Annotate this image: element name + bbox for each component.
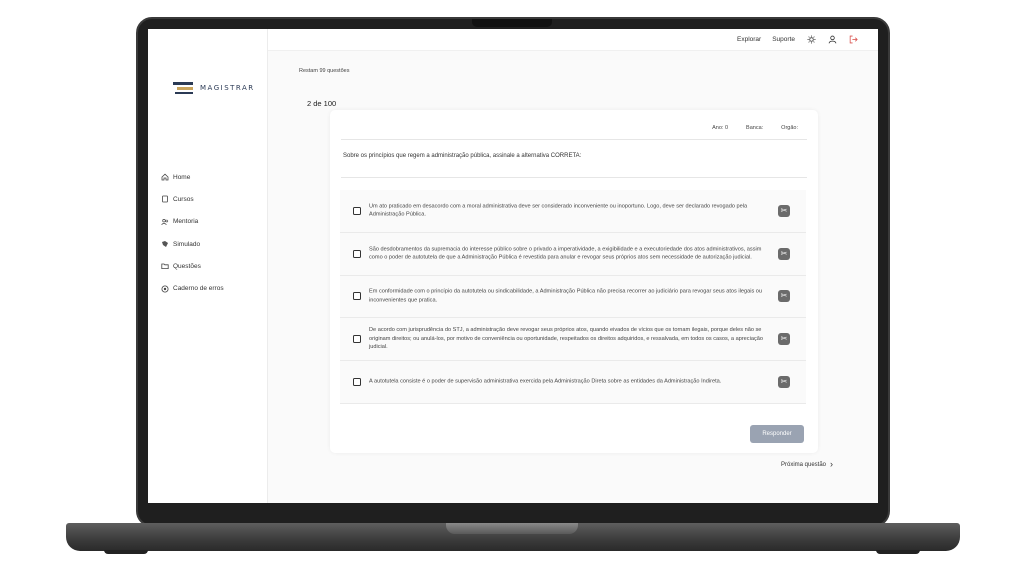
meta-ano: Ano: 0 [712,125,729,131]
sidebar-item-cursos[interactable]: Cursos [161,188,224,210]
laptop-base-notch [446,523,578,534]
scissors-icon[interactable]: ✂ [778,204,790,217]
sidebar-item-mentoria[interactable]: Mentoria [161,211,224,233]
sidebar: MAGISTRAR Home Cursos Mentoria Simulado … [148,29,268,503]
home-icon [161,173,169,181]
sidebar-item-label: Home [173,173,191,181]
scissors-icon[interactable]: ✂ [778,290,790,303]
sidebar-item-label: Questões [173,262,201,270]
header-divider [341,139,807,140]
sidebar-item-label: Simulado [173,240,201,248]
suporte-link[interactable]: Suporte [772,36,795,43]
scissors-icon[interactable]: ✂ [778,333,790,346]
option-text: A autotutela consiste é o poder de super… [369,378,722,385]
app-screen: MAGISTRAR Home Cursos Mentoria Simulado … [148,29,878,503]
question-statement: Sobre os princípios que regem a administ… [343,153,582,159]
question-counter: 2 de 100 [307,99,337,108]
next-question-link[interactable]: Próxima questão › [781,460,833,469]
sidebar-nav: Home Cursos Mentoria Simulado Questões C… [161,166,224,300]
chevron-right-icon: › [830,459,834,469]
laptop-foot-right [876,550,920,554]
question-meta: Ano: 0 Banca: Orgão: [712,125,798,131]
answer-option[interactable]: A autotutela consiste é o poder de super… [340,361,806,404]
laptop-foot-left [104,550,148,554]
option-text: Em conformidade com o princípio da autot… [369,288,763,304]
answer-option[interactable]: Em conformidade com o princípio da autot… [340,275,806,319]
answer-options: Um ato praticado em desacordo com a mora… [340,190,806,404]
scissors-icon[interactable]: ✂ [778,376,790,389]
option-text: De acordo com jurisprudência do STJ, a a… [369,327,763,351]
meta-orgao: Orgão: [781,125,798,131]
option-checkbox[interactable] [353,378,361,387]
question-header: Ano: 0 Banca: Orgão: [344,124,804,134]
sidebar-item-questoes[interactable]: Questões [161,255,224,277]
camera-notch [472,19,552,27]
option-text: São desdobramentos da supremacia do inte… [369,246,762,261]
sidebar-item-label: Mentoria [173,218,199,226]
top-bar-links: Explorar Suporte [737,34,858,44]
sidebar-item-home[interactable]: Home [161,166,224,188]
main-content: Restam 99 questões 2 de 100 Ano: 0 Banca… [268,51,878,503]
error-circle-icon [161,285,169,293]
sidebar-item-caderno-de-erros[interactable]: Caderno de erros [161,277,224,299]
user-icon[interactable] [827,34,837,44]
logo-text: MAGISTRAR [200,84,255,92]
scissors-icon[interactable]: ✂ [778,247,790,260]
bookmark-icon [161,240,169,248]
sidebar-item-simulado[interactable]: Simulado [161,233,224,255]
explorar-link[interactable]: Explorar [737,36,761,43]
people-icon [161,218,169,226]
option-text: Um ato praticado em desacordo com a mora… [369,203,748,218]
remaining-questions: Restam 99 questões [299,68,350,74]
logo-mark-icon [173,80,195,96]
meta-banca: Banca: [746,125,764,131]
sidebar-item-label: Cursos [173,195,194,203]
answer-button[interactable]: Responder [750,425,804,443]
logout-icon[interactable] [848,34,858,44]
next-question-label: Próxima questão [781,461,827,468]
answer-option[interactable]: São desdobramentos da supremacia do inte… [340,232,806,276]
option-checkbox[interactable] [353,292,361,301]
statement-divider [341,177,807,178]
option-checkbox[interactable] [353,249,361,258]
book-icon [161,195,169,203]
sidebar-item-label: Caderno de erros [173,285,224,293]
folder-icon [161,262,169,270]
answer-option[interactable]: Um ato praticado em desacordo com a mora… [340,190,806,233]
option-checkbox[interactable] [353,206,361,215]
top-bar: Explorar Suporte [268,29,878,51]
sun-icon[interactable] [806,34,816,44]
brand-logo[interactable]: MAGISTRAR [173,80,255,96]
question-card: Ano: 0 Banca: Orgão: Sobre os princípios… [330,110,818,453]
option-checkbox[interactable] [353,335,361,344]
answer-option[interactable]: De acordo com jurisprudência do STJ, a a… [340,318,806,362]
